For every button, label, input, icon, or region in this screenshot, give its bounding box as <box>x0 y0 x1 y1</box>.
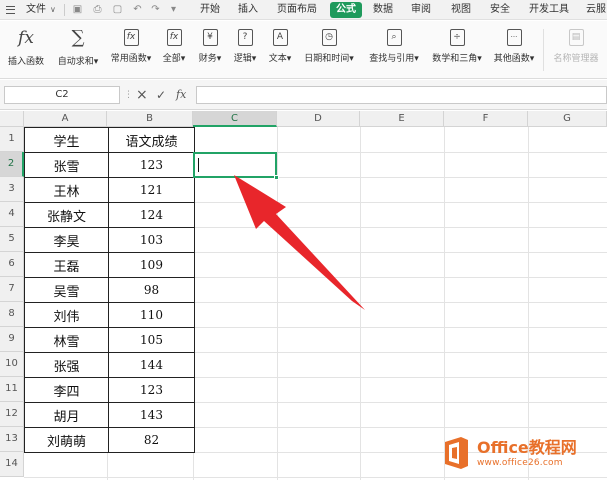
button-label: 文本▾ <box>268 54 292 64</box>
cancel-icon[interactable]: × <box>136 86 148 104</box>
spreadsheet-grid: A B C D E F G 1 2 3 4 5 6 7 8 9 10 11 12… <box>0 111 607 480</box>
math-book-icon: ÷ <box>449 29 465 46</box>
text-book-icon: A <box>272 29 288 46</box>
button-label: 数学和三角▾ <box>432 54 482 64</box>
tab-security[interactable]: 安全 <box>490 0 510 20</box>
logical-button[interactable]: ? 逻辑▾ <box>229 25 261 75</box>
function-book-icon: fx <box>166 29 182 46</box>
button-label: 插入函数 <box>7 57 44 67</box>
lookup-reference-button[interactable]: ⌕ 查找与引用▾ <box>364 25 424 75</box>
watermark-url: www.office26.com <box>477 458 563 468</box>
autosum-button[interactable]: ∑ 自动求和▾ <box>54 25 102 75</box>
tab-home[interactable]: 开始 <box>200 0 220 20</box>
fx-icon: fx <box>18 28 34 48</box>
button-label: 查找与引用▾ <box>369 54 419 64</box>
yen-book-icon: ¥ <box>202 29 218 46</box>
formula-input[interactable] <box>196 86 607 104</box>
ribbon-toolbar: fx 插入函数 ∑ 自动求和▾ fx 常用函数▾ fx 全部▾ ¥ 财务▾ ? … <box>0 21 607 79</box>
button-label: 财务▾ <box>198 54 222 64</box>
tab-insert[interactable]: 插入 <box>238 0 258 20</box>
function-book-icon: fx <box>123 29 139 46</box>
tab-view[interactable]: 视图 <box>451 0 471 20</box>
watermark-title: Office教程网 <box>477 438 577 457</box>
red-arrow-annotation <box>234 175 365 310</box>
menu-icon[interactable] <box>6 6 15 14</box>
tab-data[interactable]: 数据 <box>373 0 393 20</box>
name-box[interactable]: C2 <box>4 86 120 104</box>
more-functions-book-icon: ··· <box>506 29 522 46</box>
tab-cloud[interactable]: 云服 <box>586 0 606 20</box>
formula-bar: C2 ⋮ × ✓ fx <box>0 80 607 110</box>
file-menu-chevron-icon[interactable]: ∨ <box>50 0 56 20</box>
tab-page-layout[interactable]: 页面布局 <box>277 0 317 20</box>
tab-formulas[interactable]: 公式 <box>330 2 362 18</box>
sigma-icon: ∑ <box>71 27 85 48</box>
clock-book-icon: ◷ <box>321 29 337 46</box>
button-label: 其他函数▾ <box>493 54 535 64</box>
insert-function-icon[interactable]: fx <box>176 86 186 104</box>
name-box-dropdown-icon[interactable]: ⋮ <box>124 86 133 104</box>
arrow-shape <box>234 175 365 310</box>
text-button[interactable]: A 文本▾ <box>264 25 296 75</box>
tab-developer-tools[interactable]: 开发工具 <box>529 0 569 20</box>
all-functions-button[interactable]: fx 全部▾ <box>159 25 189 75</box>
math-trig-button[interactable]: ÷ 数学和三角▾ <box>428 25 486 75</box>
other-functions-button[interactable]: ··· 其他函数▾ <box>490 25 538 75</box>
button-label: 全部▾ <box>162 54 186 64</box>
name-manager-icon: ▤ <box>568 29 584 46</box>
insert-function-button[interactable]: fx 插入函数 <box>4 25 48 75</box>
common-functions-button[interactable]: fx 常用函数▾ <box>106 25 156 75</box>
menu-divider <box>64 4 65 16</box>
office-logo-icon <box>445 437 468 469</box>
ribbon-divider <box>543 29 544 71</box>
button-label: 自动求和▾ <box>57 57 99 67</box>
watermark: Office教程网 www.office26.com <box>441 434 607 480</box>
menu-bar: 文件 ∨ ▣ ⎙ ▢ ↶ ↷ ▾ 开始 插入 页面布局 公式 数据 审阅 视图 … <box>0 0 607 20</box>
button-label: 常用函数▾ <box>110 54 152 64</box>
print-icon[interactable]: ⎙ <box>92 4 103 15</box>
date-time-button[interactable]: ◷ 日期和时间▾ <box>300 25 358 75</box>
tab-review[interactable]: 审阅 <box>411 0 431 20</box>
redo-icon[interactable]: ↷ <box>150 4 161 15</box>
magnifier-book-icon: ⌕ <box>386 29 402 46</box>
button-label: 日期和时间▾ <box>304 54 354 64</box>
question-book-icon: ? <box>237 29 253 46</box>
export-icon[interactable]: ▢ <box>112 4 123 15</box>
more-icon[interactable]: ▾ <box>168 4 179 15</box>
confirm-icon[interactable]: ✓ <box>156 86 166 104</box>
button-label: 逻辑▾ <box>233 54 257 64</box>
file-menu[interactable]: 文件 <box>26 0 46 20</box>
save-icon[interactable]: ▣ <box>72 4 83 15</box>
undo-icon[interactable]: ↶ <box>132 4 143 15</box>
button-label: 名称管理器 <box>553 54 599 64</box>
financial-button[interactable]: ¥ 财务▾ <box>194 25 226 75</box>
name-manager-button[interactable]: ▤ 名称管理器 <box>548 25 604 75</box>
